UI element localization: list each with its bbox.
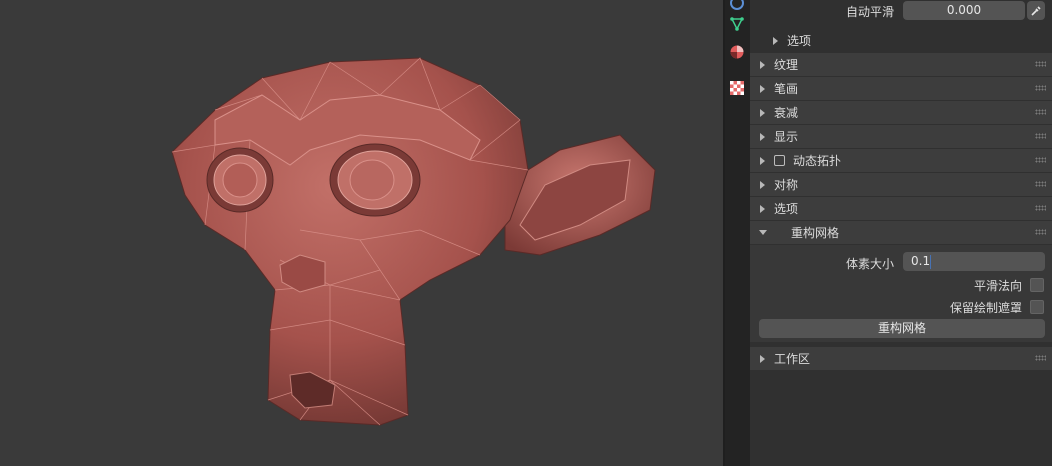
expand-arrow-icon (760, 84, 765, 93)
properties-tab-strip (725, 0, 750, 466)
panel-remesh[interactable]: 重构网格 (750, 221, 1052, 244)
options-subpanel-label: 选项 (787, 34, 812, 48)
drag-grip-icon[interactable] (1035, 109, 1046, 115)
expand-arrow-icon (760, 204, 765, 213)
tab-mesh-data[interactable] (726, 13, 748, 35)
remesh-button[interactable]: 重构网格 (759, 319, 1045, 338)
drag-grip-icon[interactable] (1035, 181, 1046, 187)
tab-texture[interactable] (726, 77, 748, 99)
expand-arrow-icon (760, 354, 765, 363)
panel-symmetry-label: 对称 (774, 178, 799, 192)
expand-arrow-icon (760, 108, 765, 117)
object-data-icon (730, 0, 744, 10)
tab-object-data[interactable] (726, 0, 748, 14)
voxel-size-field[interactable]: 0.1 (903, 252, 1045, 271)
3d-viewport[interactable] (0, 0, 723, 466)
smooth-normals-label: 平滑法向 (973, 279, 1022, 293)
tab-material[interactable] (726, 41, 748, 63)
panel-options[interactable]: 选项 (750, 197, 1052, 220)
properties-editor: 自动平滑 0.000 选项 纹理 笔画 衰减 显示 动态拓扑 对称 选项 重构网… (750, 0, 1052, 466)
auto-smooth-label: 自动平滑 (845, 4, 894, 19)
collapse-arrow-icon (759, 230, 767, 235)
drag-grip-icon[interactable] (1035, 133, 1046, 139)
drag-grip-icon[interactable] (1035, 85, 1046, 91)
auto-smooth-field[interactable]: 0.000 (903, 1, 1025, 20)
panel-remesh-label: 重构网格 (791, 226, 840, 240)
eyedropper-icon (1031, 5, 1041, 16)
options-subpanel-header[interactable]: 选项 (750, 29, 1052, 52)
eyedropper-button[interactable] (1027, 1, 1045, 20)
material-icon (730, 45, 744, 59)
preserve-mask-label: 保留绘制遮罩 (949, 301, 1022, 315)
panel-display-label: 显示 (774, 130, 799, 144)
panel-stroke-label: 笔画 (774, 82, 799, 96)
mesh-data-icon (730, 17, 744, 31)
drag-grip-icon[interactable] (1035, 355, 1046, 361)
texture-icon (730, 81, 744, 95)
preserve-mask-checkbox[interactable] (1030, 300, 1044, 314)
remesh-panel-body: 体素大小 0.1 平滑法向 保留绘制遮罩 重构网格 (750, 245, 1052, 342)
panel-workspace-label: 工作区 (774, 352, 811, 366)
panel-falloff-label: 衰减 (774, 106, 799, 120)
drag-grip-icon[interactable] (1035, 205, 1046, 211)
panel-texture-label: 纹理 (774, 58, 799, 72)
dyntopo-checkbox[interactable] (774, 155, 785, 166)
voxel-size-value: 0.1 (911, 254, 931, 268)
expand-arrow-icon (760, 156, 765, 165)
monkey-head-mesh (171, 57, 656, 426)
drag-grip-icon[interactable] (1035, 157, 1046, 163)
panel-symmetry[interactable]: 对称 (750, 173, 1052, 196)
panel-stroke[interactable]: 笔画 (750, 77, 1052, 100)
smooth-normals-checkbox[interactable] (1030, 278, 1044, 292)
panel-display[interactable]: 显示 (750, 125, 1052, 148)
panel-workspace[interactable]: 工作区 (750, 347, 1052, 370)
expand-arrow-icon (773, 36, 778, 45)
panel-texture[interactable]: 纹理 (750, 53, 1052, 76)
expand-arrow-icon (760, 132, 765, 141)
drag-grip-icon[interactable] (1035, 61, 1046, 67)
panel-dyntopo[interactable]: 动态拓扑 (750, 149, 1052, 172)
expand-arrow-icon (760, 60, 765, 69)
panel-falloff[interactable]: 衰减 (750, 101, 1052, 124)
voxel-size-label: 体素大小 (845, 257, 894, 271)
drag-grip-icon[interactable] (1035, 229, 1046, 235)
panel-options-label: 选项 (774, 202, 799, 216)
auto-smooth-row: 自动平滑 0.000 (750, 0, 1052, 22)
panel-dyntopo-label: 动态拓扑 (793, 154, 842, 168)
expand-arrow-icon (760, 180, 765, 189)
text-cursor (930, 254, 932, 269)
